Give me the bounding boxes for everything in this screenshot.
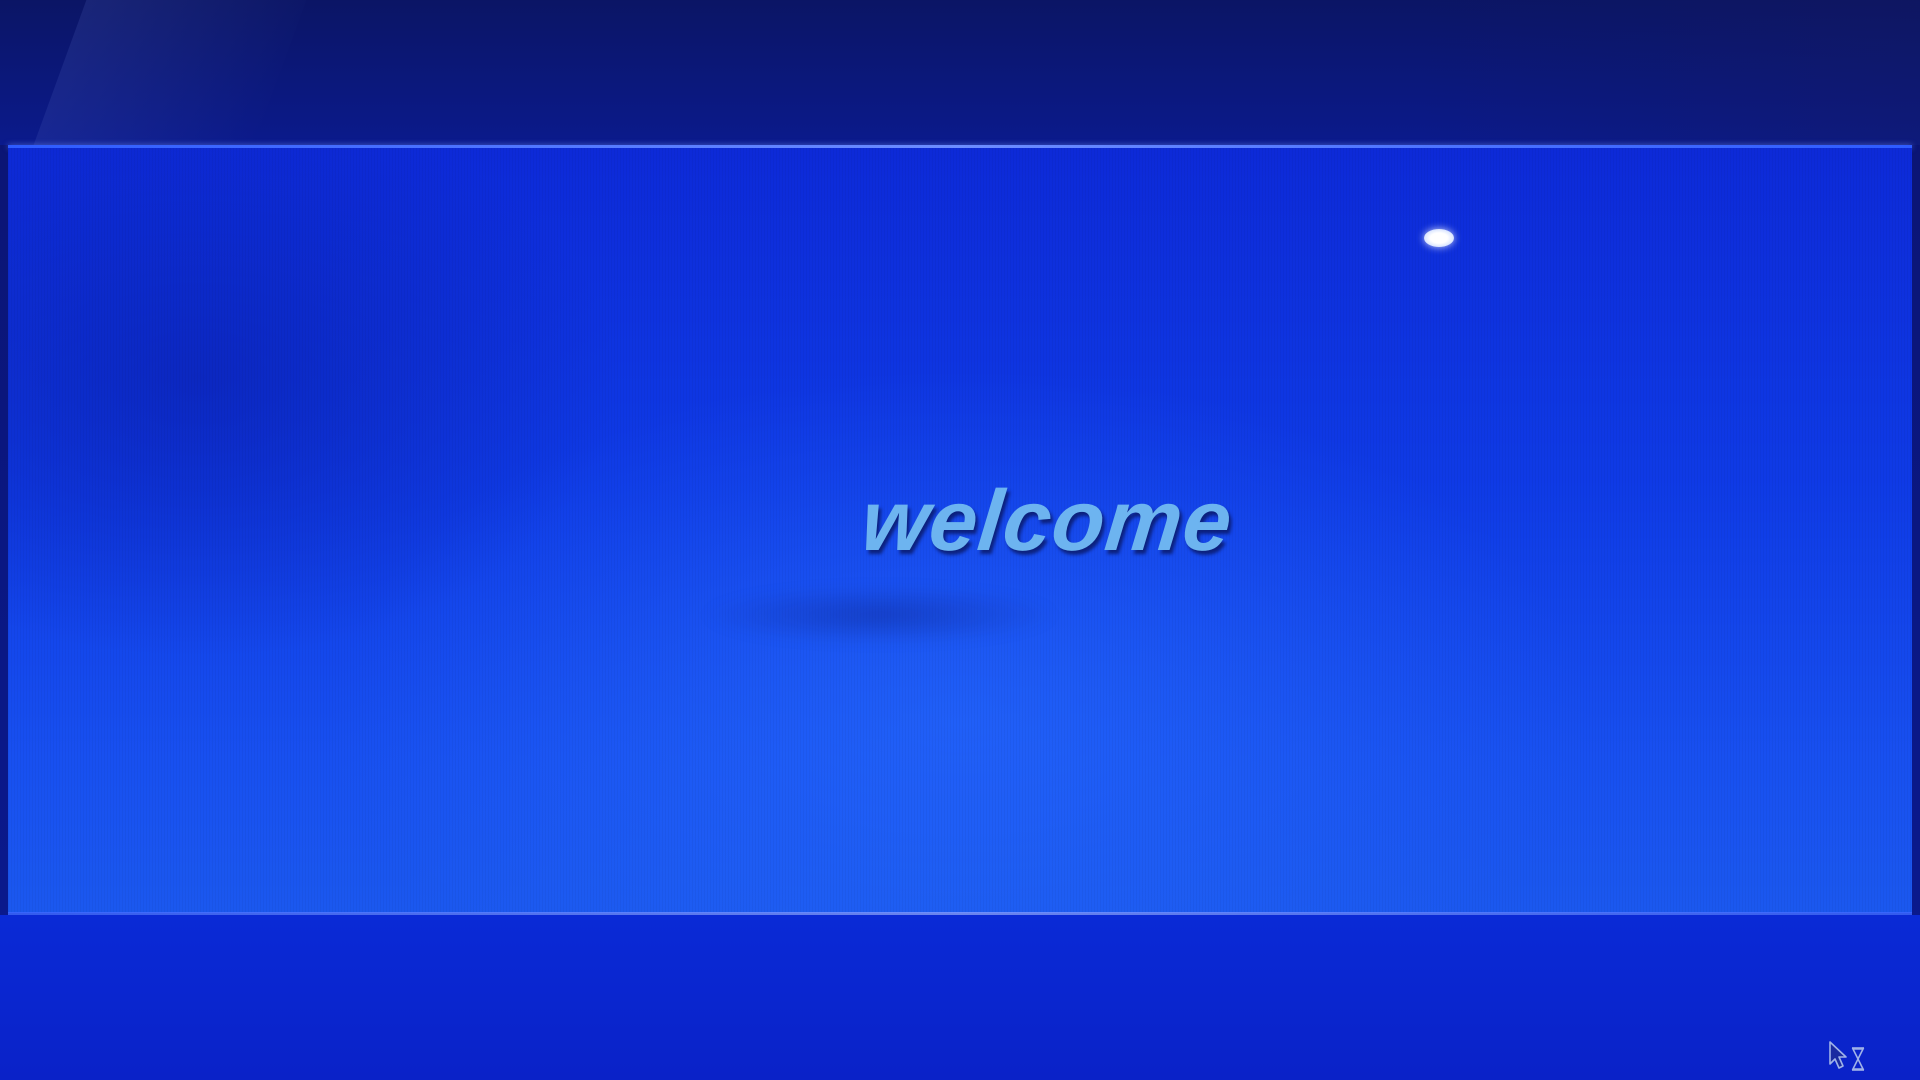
welcome-title: welcome — [856, 473, 1238, 569]
welcome-reflection — [700, 585, 1060, 645]
welcome-screen: welcome — [0, 0, 1920, 1080]
light-dot-icon — [1424, 229, 1454, 247]
bottom-band — [0, 915, 1920, 1080]
top-band — [0, 0, 1920, 145]
busy-cursor-icon — [1829, 1041, 1865, 1071]
